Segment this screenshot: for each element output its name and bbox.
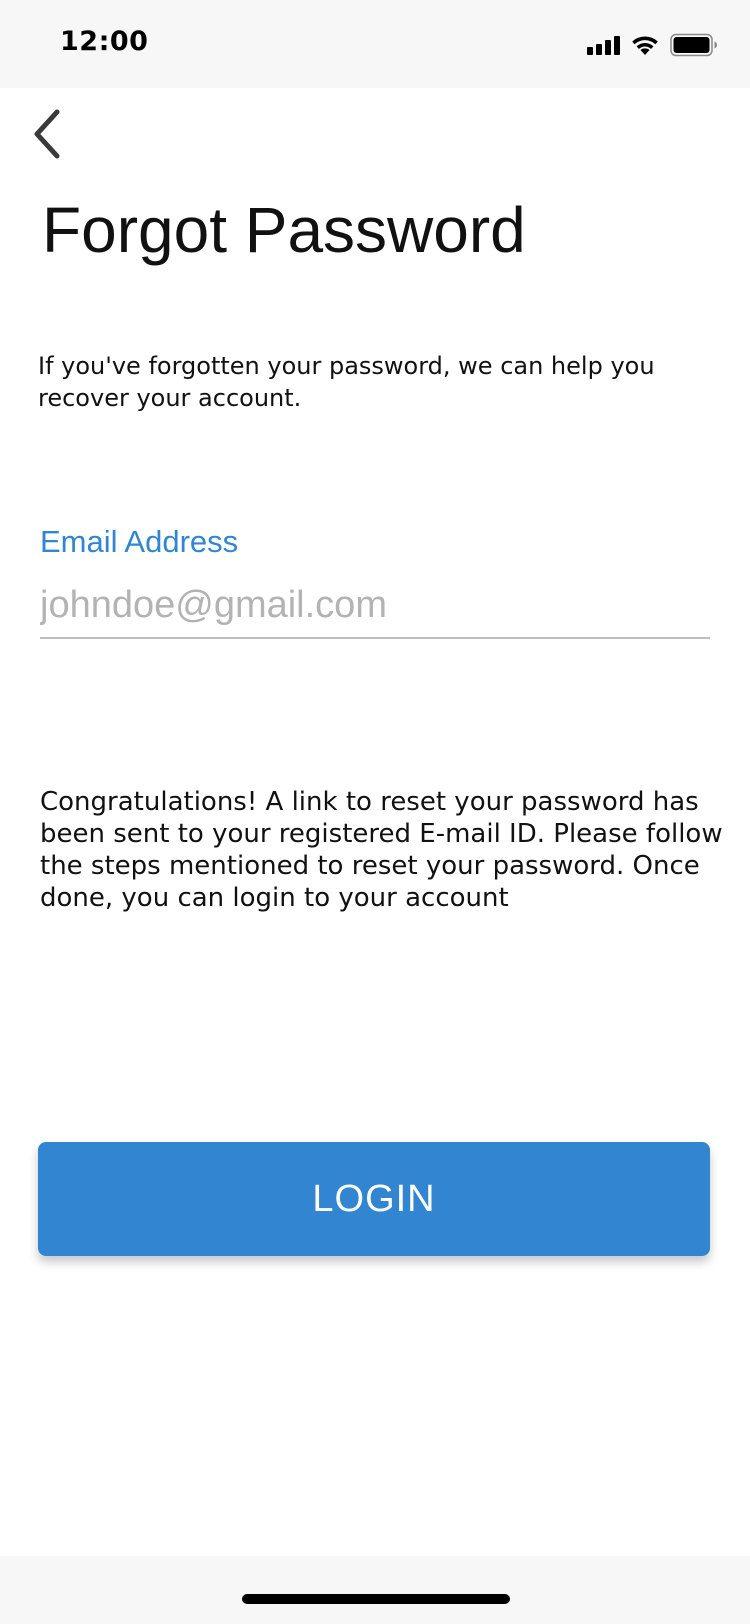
back-button[interactable] [22, 104, 72, 164]
status-time: 12:00 [60, 26, 149, 57]
cellular-signal-icon [587, 35, 620, 55]
email-label: Email Address [40, 524, 239, 559]
page-title: Forgot Password [42, 194, 526, 266]
login-button[interactable]: LOGIN [38, 1142, 710, 1256]
email-field[interactable] [40, 573, 710, 639]
intro-text: If you've forgotten your password, we ca… [38, 352, 655, 412]
success-message: Congratulations! A link to reset your pa… [40, 787, 723, 913]
status-icons [587, 30, 718, 60]
status-bar: 12:00 [0, 0, 750, 88]
battery-icon [670, 33, 717, 57]
home-indicator-area [0, 1556, 750, 1624]
chevron-left-icon [34, 109, 60, 159]
wifi-icon [632, 36, 658, 55]
home-indicator[interactable] [242, 1594, 510, 1604]
